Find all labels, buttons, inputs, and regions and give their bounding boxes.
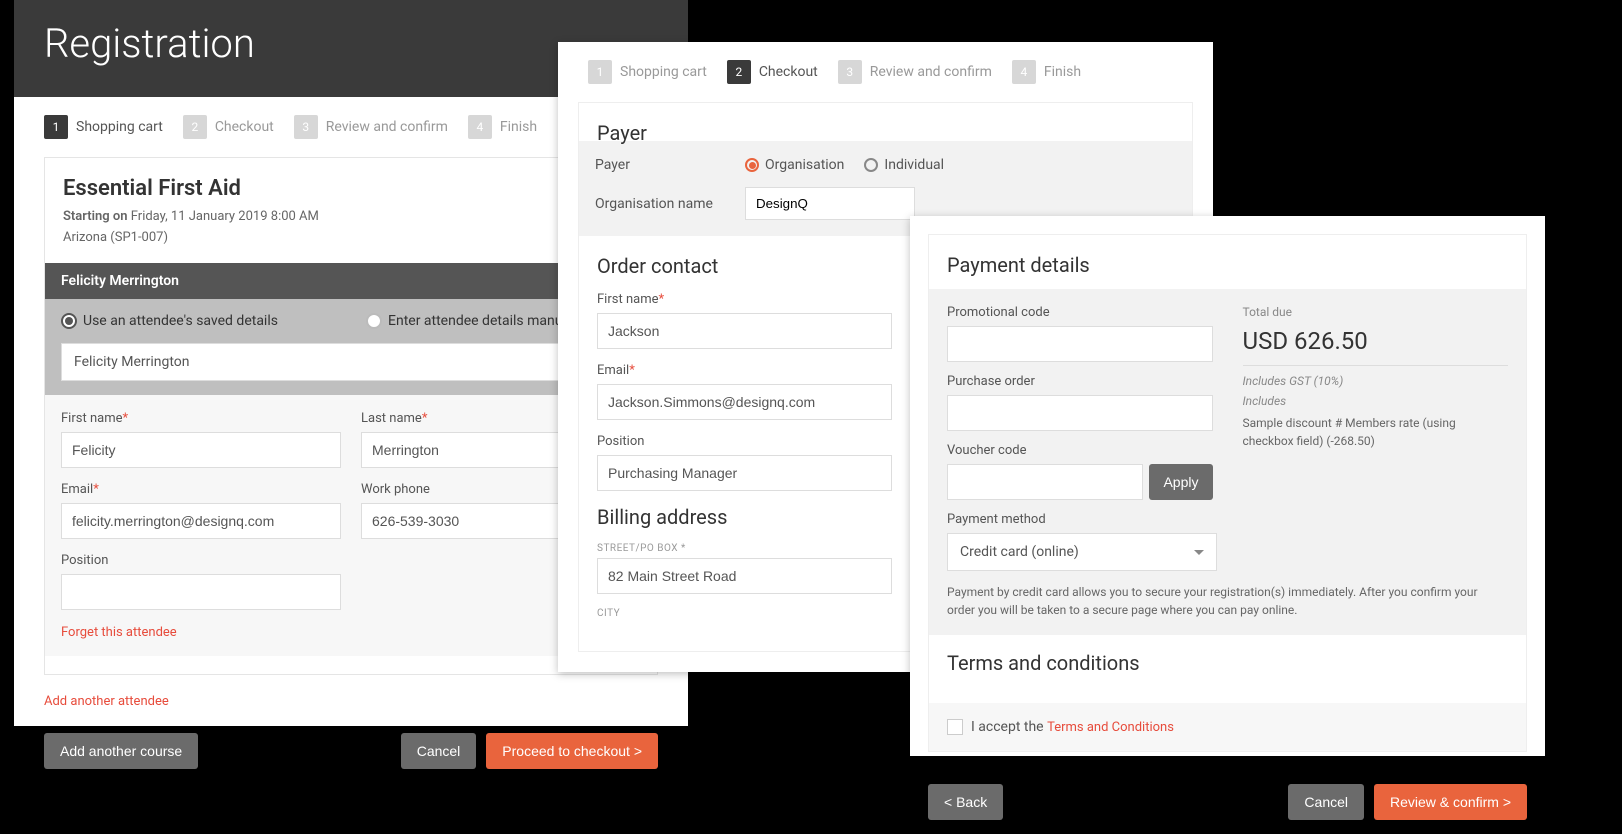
terms-checkbox[interactable] [947, 719, 963, 735]
total-due: USD 626.50 [1243, 327, 1509, 366]
payment-method-select[interactable]: Credit card (online) [947, 533, 1217, 571]
review-confirm-button[interactable]: Review & confirm > [1374, 784, 1527, 820]
position-field: Position [61, 553, 341, 610]
position-input[interactable] [61, 574, 341, 610]
cancel-button[interactable]: Cancel [401, 733, 477, 769]
contact-first-name-input[interactable] [597, 313, 892, 349]
email-input[interactable] [61, 503, 341, 539]
voucher-code-input[interactable] [947, 464, 1143, 500]
footer-buttons: < Back Cancel Review & confirm > [910, 770, 1545, 834]
step-checkout[interactable]: 2Checkout [183, 115, 274, 139]
step-number: 3 [838, 60, 862, 84]
proceed-checkout-button[interactable]: Proceed to checkout > [486, 733, 658, 769]
payment-note: Payment by credit card allows you to sec… [947, 583, 1508, 619]
contact-position-input[interactable] [597, 455, 892, 491]
back-button[interactable]: < Back [928, 784, 1003, 820]
promo-code-input[interactable] [947, 326, 1213, 362]
email-field: Email* [61, 482, 341, 539]
first-name-input[interactable] [61, 432, 341, 468]
step-shopping-cart[interactable]: 1Shopping cart [44, 115, 163, 139]
purchase-order-input[interactable] [947, 395, 1213, 431]
payment-form: Promotional code Purchase order Voucher … [929, 289, 1526, 635]
step-number: 4 [1012, 60, 1036, 84]
progress-steps: 1Shopping cart 2Checkout 3Review and con… [558, 42, 1213, 102]
course-title: Essential First Aid [63, 176, 639, 201]
contact-email-input[interactable] [597, 384, 892, 420]
step-finish[interactable]: 4Finish [1012, 60, 1081, 84]
organisation-name-input[interactable] [745, 187, 915, 220]
terms-row: I accept the Terms and Conditions [929, 703, 1526, 751]
radio-saved-details[interactable]: Use an attendee's saved details [61, 313, 336, 329]
step-checkout[interactable]: 2Checkout [727, 60, 818, 84]
radio-icon [864, 158, 878, 172]
step-review[interactable]: 3Review and confirm [294, 115, 448, 139]
course-meta: Starting on Friday, 11 January 2019 8:00… [63, 207, 639, 249]
step-number: 3 [294, 115, 318, 139]
street-input[interactable] [597, 558, 892, 594]
add-attendee-link[interactable]: Add another attendee [44, 694, 169, 709]
step-number: 4 [468, 115, 492, 139]
forget-attendee-link[interactable]: Forget this attendee [61, 625, 177, 640]
apply-button[interactable]: Apply [1149, 464, 1212, 500]
step-number: 1 [44, 115, 68, 139]
terms-heading: Terms and conditions [947, 651, 1508, 675]
attendee-select[interactable]: Felicity Merrington [61, 343, 641, 381]
payment-heading: Payment details [947, 253, 1508, 277]
step-number: 1 [588, 60, 612, 84]
footer-buttons: Add another course Cancel Proceed to che… [14, 719, 688, 783]
step-number: 2 [183, 115, 207, 139]
radio-icon [366, 313, 382, 329]
step-finish[interactable]: 4Finish [468, 115, 537, 139]
forget-attendee-row: Forget this attendee [61, 624, 641, 640]
radio-icon [61, 313, 77, 329]
first-name-field: First name* [61, 411, 341, 468]
cancel-button[interactable]: Cancel [1288, 784, 1364, 820]
radio-individual[interactable]: Individual [864, 157, 944, 173]
terms-link[interactable]: Terms and Conditions [1047, 720, 1174, 735]
radio-icon [745, 158, 759, 172]
step-number: 2 [727, 60, 751, 84]
add-course-button[interactable]: Add another course [44, 733, 198, 769]
step-shopping-cart[interactable]: 1Shopping cart [588, 60, 707, 84]
payment-panel: Payment details Promotional code Purchas… [910, 216, 1545, 756]
step-review[interactable]: 3Review and confirm [838, 60, 992, 84]
radio-organisation[interactable]: Organisation [745, 157, 844, 173]
